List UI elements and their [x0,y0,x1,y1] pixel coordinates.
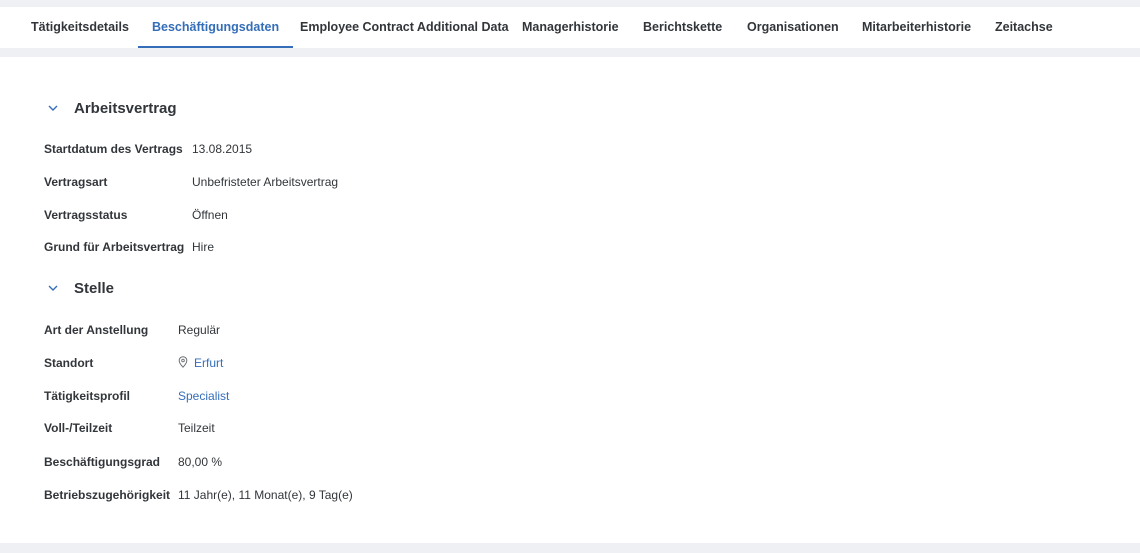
location-link-text[interactable]: Erfurt [194,356,223,370]
tab-beschaeftigungsdaten[interactable]: Beschäftigungsdaten [137,7,294,49]
top-strip [0,0,1140,7]
section-header-arbeitsvertrag[interactable]: Arbeitsvertrag [44,96,177,120]
field-value: 11 Jahr(e), 11 Monat(e), 9 Tag(e) [178,488,353,502]
map-pin-icon [178,356,188,368]
section-title-stelle: Stelle [74,279,115,297]
tab-bar: Tätigkeitsdetails Beschäftigungsdaten Em… [0,7,1140,49]
field-label: Betriebszugehörigkeit [44,488,171,502]
field-value: Öffnen [192,208,228,222]
field-label: Beschäftigungsgrad [44,455,161,469]
tab-separator [0,48,1140,57]
tab-taetigkeitsdetails[interactable]: Tätigkeitsdetails [31,7,129,48]
field-value: Unbefristeter Arbeitsvertrag [192,175,339,189]
field-value: Hire [192,240,215,254]
tab-managerhistorie[interactable]: Managerhistorie [522,7,619,48]
employment-details-panel: Arbeitsvertrag Startdatum des Vertrags 1… [0,57,1140,543]
field-value: 80,00 % [178,455,223,469]
field-label: Standort [44,356,94,370]
section-header-stelle[interactable]: Stelle [44,276,114,300]
field-label: Grund für Arbeitsvertrag [44,240,185,254]
field-label: Startdatum des Vertrags [44,142,183,156]
field-label: Tätigkeitsprofil [44,389,131,403]
location-link[interactable]: Erfurt [178,354,223,372]
bottom-strip [0,543,1140,553]
tab-employee-contract-additional-data[interactable]: Employee Contract Additional Data [300,7,509,48]
tab-zeitachse[interactable]: Zeitachse [995,7,1053,48]
field-label: Vertragsstatus [44,208,128,222]
chevron-down-icon[interactable] [44,279,62,297]
section-title-arbeitsvertrag: Arbeitsvertrag [74,99,177,117]
tab-organisationen[interactable]: Organisationen [747,7,839,48]
tab-mitarbeiterhistorie[interactable]: Mitarbeiterhistorie [862,7,971,48]
tab-berichtskette[interactable]: Berichtskette [643,7,722,48]
field-value: Regulär [178,323,221,337]
field-label: Art der Anstellung [44,323,149,337]
field-label: Vertragsart [44,175,108,189]
field-value: Teilzeit [178,421,215,435]
job-profile-link[interactable]: Specialist [178,387,229,405]
field-value: 13.08.2015 [192,142,253,156]
field-label: Voll-/Teilzeit [44,421,113,435]
chevron-down-icon[interactable] [44,99,62,117]
